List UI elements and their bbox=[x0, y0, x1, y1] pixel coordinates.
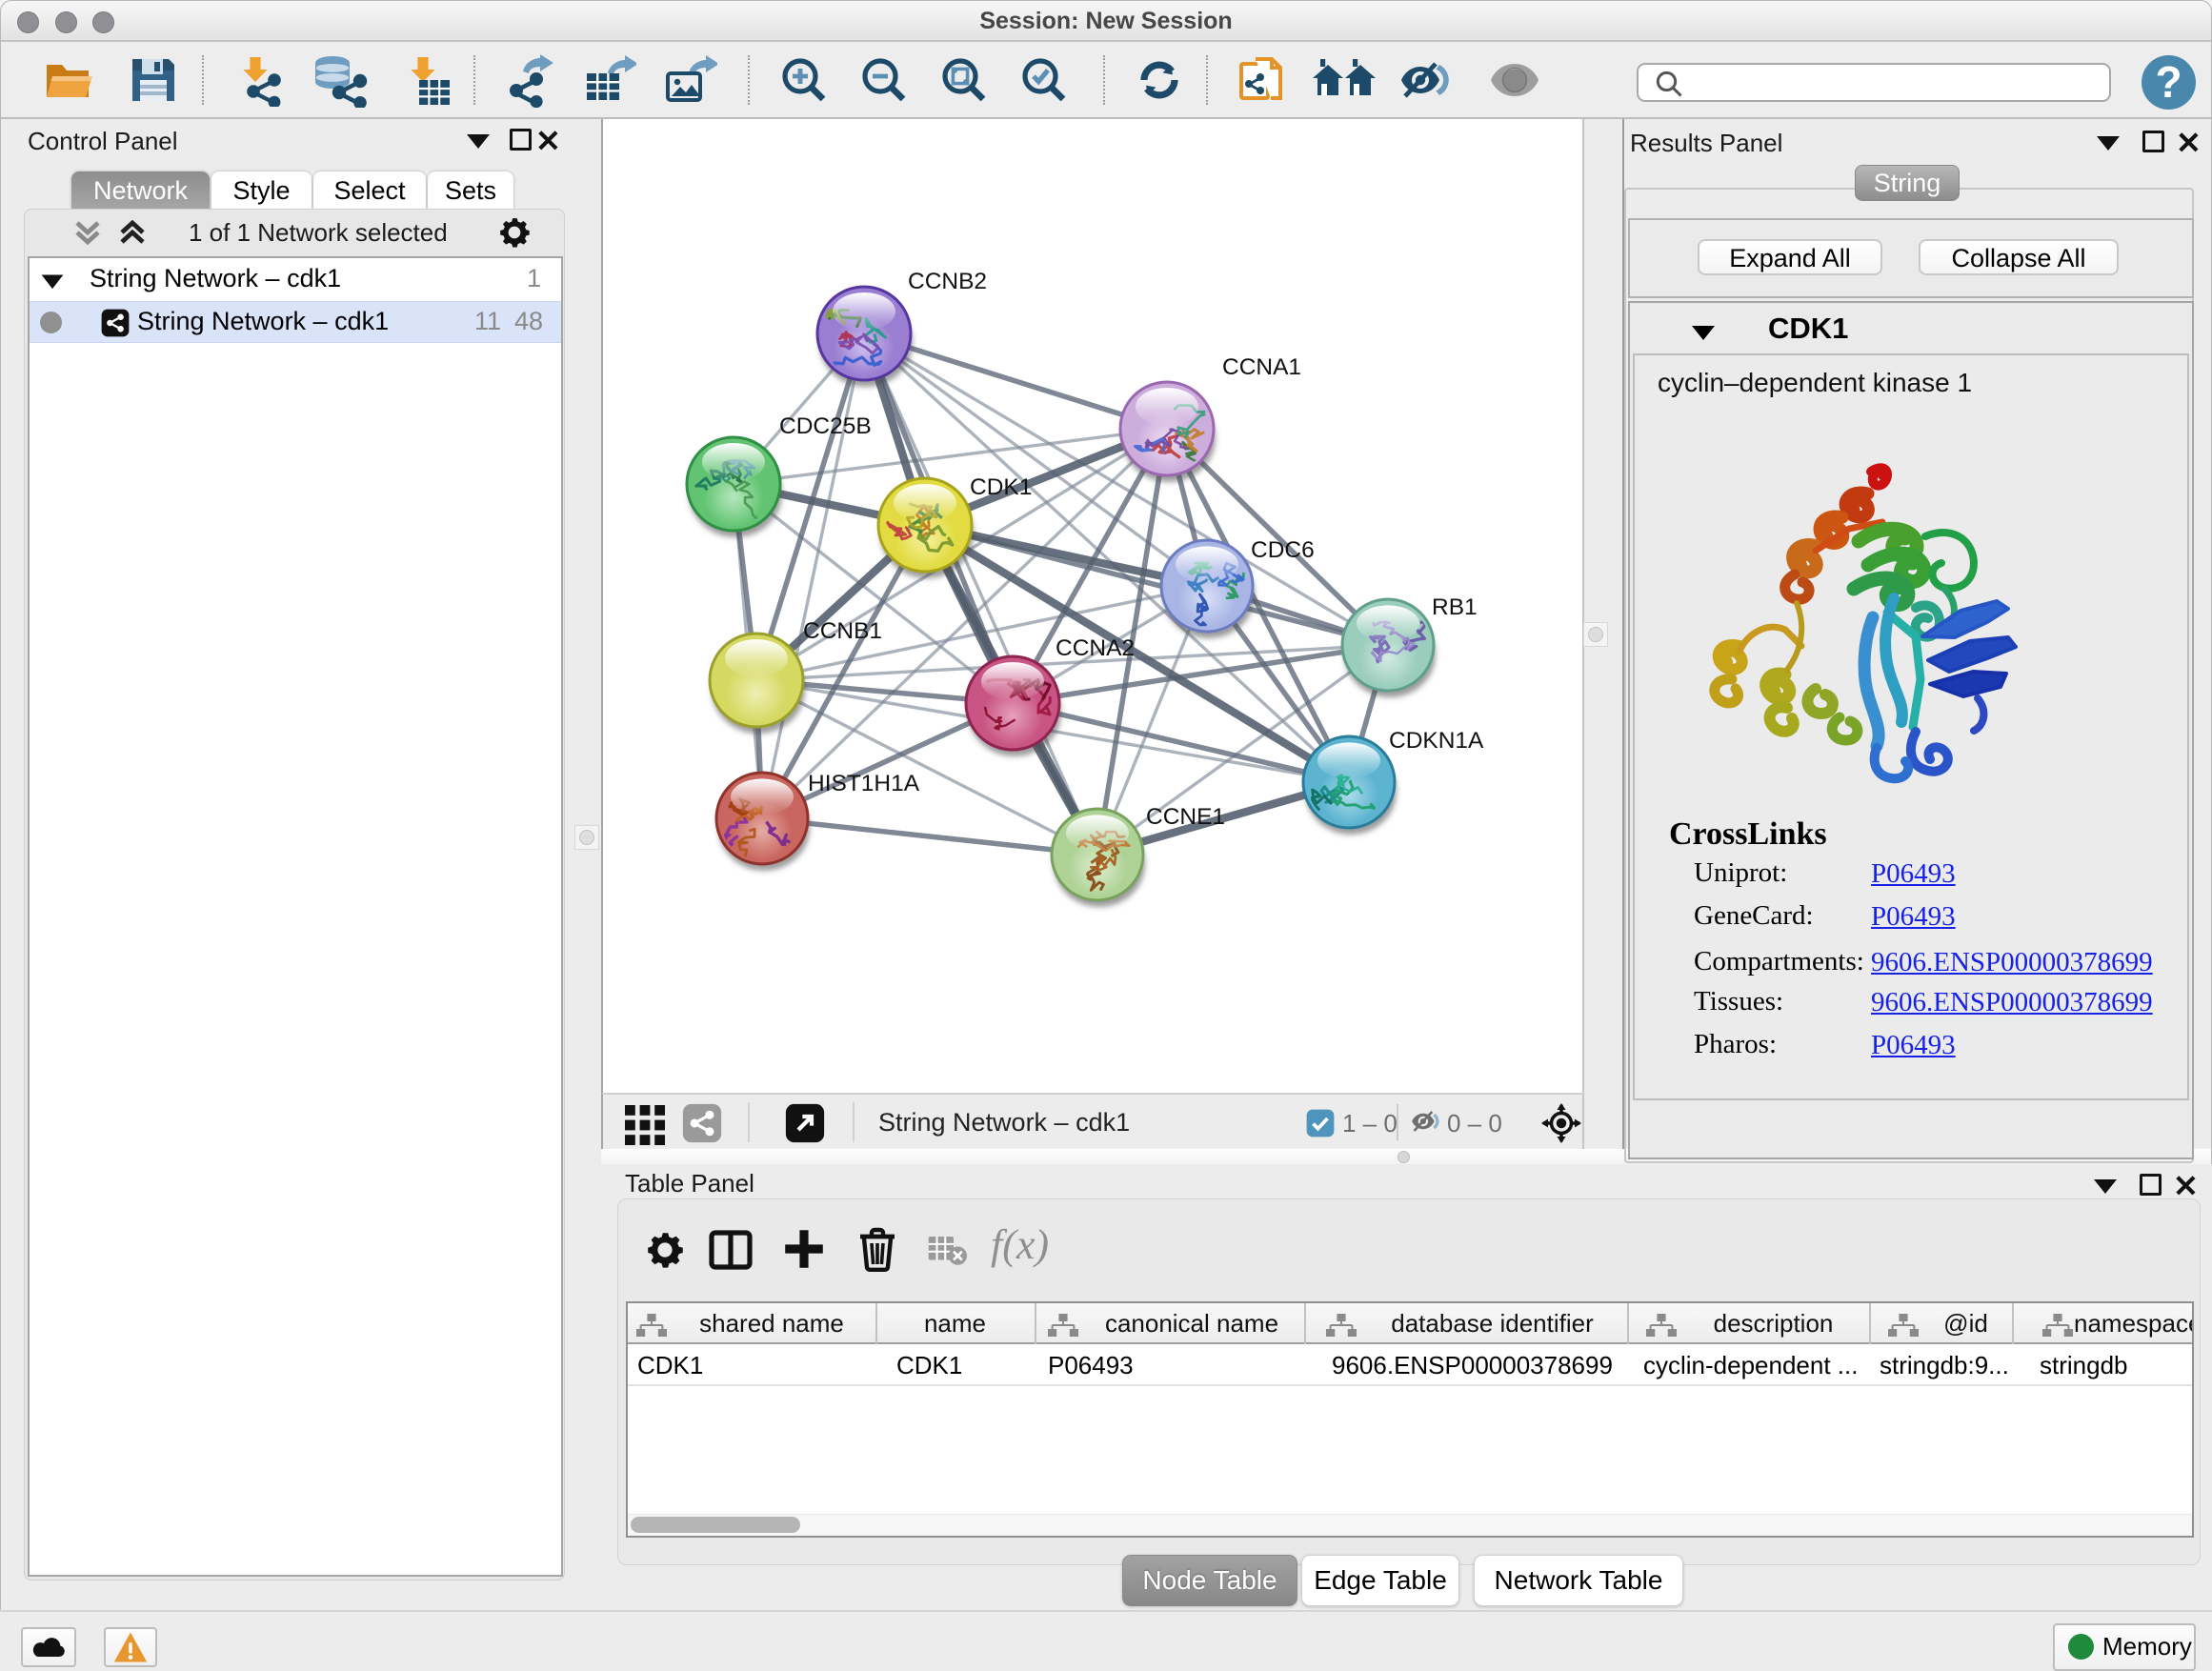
svg-text:CDKN1A: CDKN1A bbox=[1389, 728, 1484, 754]
svg-text:CDK1: CDK1 bbox=[970, 474, 1032, 500]
svg-text:CCNB1: CCNB1 bbox=[803, 618, 882, 644]
svg-text:CCNA1: CCNA1 bbox=[1222, 354, 1301, 380]
svg-text:CDC25B: CDC25B bbox=[779, 413, 872, 439]
svg-text:CDC6: CDC6 bbox=[1251, 537, 1315, 563]
svg-text:HIST1H1A: HIST1H1A bbox=[808, 771, 920, 796]
svg-text:CCNE1: CCNE1 bbox=[1146, 804, 1225, 830]
svg-text:CCNB2: CCNB2 bbox=[908, 269, 987, 294]
svg-text:CCNA2: CCNA2 bbox=[1056, 635, 1135, 661]
svg-text:RB1: RB1 bbox=[1432, 594, 1478, 620]
